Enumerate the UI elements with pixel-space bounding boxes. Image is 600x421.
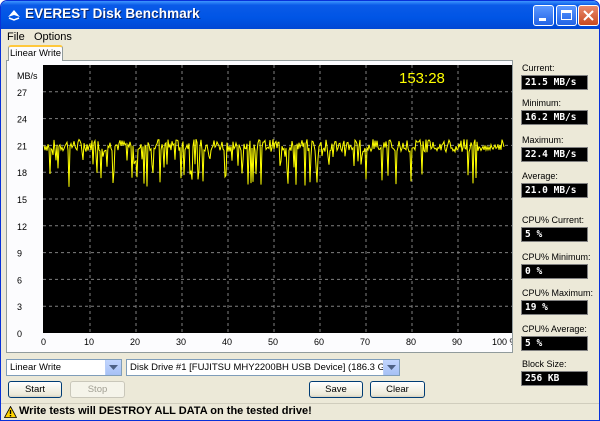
x-tick-label: 20 [130, 337, 140, 347]
close-icon [583, 10, 594, 21]
x-tick-label: 70 [360, 337, 370, 347]
menu-options[interactable]: Options [34, 29, 72, 45]
drive-dropdown-icon[interactable] [383, 360, 399, 375]
stat-value: 21.5 MB/s [521, 75, 588, 90]
menu-bar: File Options [1, 29, 599, 45]
y-axis-label: MB/s [17, 71, 38, 81]
minimize-icon [539, 18, 546, 21]
x-tick-label: 60 [314, 337, 324, 347]
app-icon [8, 10, 20, 21]
x-tick-label: 10 [84, 337, 94, 347]
stat-label: CPU% Minimum: [522, 252, 591, 262]
stat-label: Current: [522, 63, 555, 73]
clear-button[interactable]: Clear [370, 381, 425, 398]
stat-value: 5 % [521, 336, 588, 351]
x-tick-label: 100 % [492, 337, 512, 347]
x-tick-label: 40 [222, 337, 232, 347]
y-tick-label: 24 [17, 115, 27, 125]
window-title: EVEREST Disk Benchmark [25, 6, 200, 21]
stat-label: Maximum: [522, 135, 564, 145]
benchmark-window: EVEREST Disk Benchmark File Options Line… [0, 0, 600, 421]
drive-select[interactable]: Disk Drive #1 [FUJITSU MHY2200BH USB Dev… [126, 359, 400, 376]
warning-icon [4, 406, 17, 418]
status-bar: Write tests will DESTROY ALL DATA on the… [1, 403, 599, 420]
y-tick-label: 18 [17, 168, 27, 178]
test-type-dropdown-icon[interactable] [105, 360, 121, 375]
close-button[interactable] [578, 5, 599, 26]
elapsed-timer: 153:28 [399, 70, 445, 87]
x-tick-label: 50 [268, 337, 278, 347]
tab-linear-write[interactable]: Linear Write [8, 45, 63, 61]
y-tick-label: 9 [17, 249, 22, 259]
benchmark-chart: 0 3 6 9 12 15 18 21 24 27 0 10 20 30 40 50 60 70 80 90 100 … [11, 65, 512, 349]
menu-file[interactable]: File [7, 29, 25, 45]
stat-label: Block Size: [522, 359, 567, 369]
y-tick-label: 21 [17, 141, 27, 151]
y-tick-label: 3 [17, 302, 22, 312]
y-tick-label: 6 [17, 275, 22, 285]
save-button[interactable]: Save [309, 381, 363, 398]
start-button[interactable]: Start [8, 381, 62, 398]
x-tick-label: 80 [406, 337, 416, 347]
stat-label: CPU% Average: [522, 324, 587, 334]
stat-value: 19 % [521, 300, 588, 315]
drive-value: Disk Drive #1 [FUJITSU MHY2200BH USB Dev… [130, 362, 395, 373]
stat-value: 5 % [521, 227, 588, 242]
test-type-value: Linear Write [10, 362, 62, 373]
stat-value: 21.0 MB/s [521, 183, 588, 198]
title-bar[interactable]: EVEREST Disk Benchmark [1, 1, 599, 29]
stat-value: 16.2 MB/s [521, 110, 588, 125]
y-tick-label: 0 [17, 329, 22, 339]
x-tick-label: 0 [41, 337, 46, 347]
x-tick-label: 30 [176, 337, 186, 347]
y-tick-label: 27 [17, 88, 27, 98]
stat-label: CPU% Maximum: [522, 288, 594, 298]
stat-value: 256 KB [521, 371, 588, 386]
stat-label: Average: [522, 171, 558, 181]
test-type-select[interactable]: Linear Write [6, 359, 122, 376]
x-tick-label: 90 [452, 337, 462, 347]
y-tick-label: 12 [17, 222, 27, 232]
maximize-button[interactable] [556, 5, 577, 26]
stat-label: CPU% Current: [522, 215, 585, 225]
stat-value: 22.4 MB/s [521, 147, 588, 162]
stat-value: 0 % [521, 264, 588, 279]
stop-button[interactable]: Stop [70, 381, 125, 398]
status-warning: Write tests will DESTROY ALL DATA on the… [19, 405, 312, 417]
maximize-icon [561, 10, 572, 20]
minimize-button[interactable] [533, 5, 554, 26]
y-tick-label: 15 [17, 195, 27, 205]
stat-label: Minimum: [522, 98, 562, 108]
